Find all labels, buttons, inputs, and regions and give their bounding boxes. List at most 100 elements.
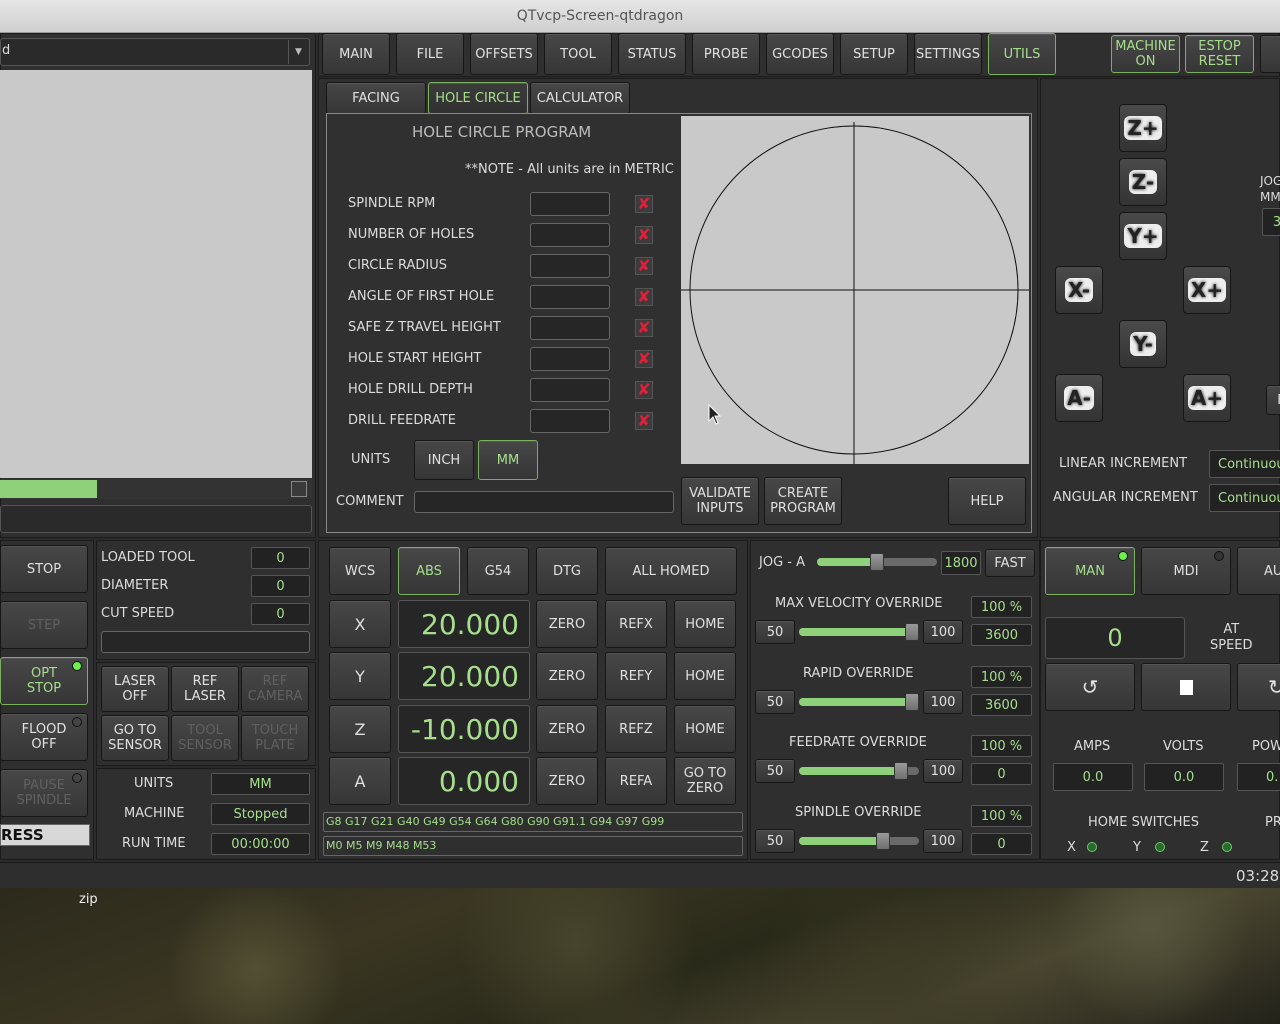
jog-y-plus-button[interactable]: Y+ bbox=[1119, 212, 1167, 260]
subtab-calculator[interactable]: CALCULATOR bbox=[530, 82, 630, 114]
mode-auto-button[interactable]: AU bbox=[1237, 547, 1280, 595]
tab-main[interactable]: MAIN bbox=[322, 33, 390, 75]
feedrate-min-button[interactable]: 50 bbox=[755, 759, 795, 783]
rapid-override-label: RAPID OVERRIDE bbox=[803, 666, 914, 681]
file-path-field[interactable] bbox=[0, 505, 312, 533]
desktop-zip-label[interactable]: zip bbox=[79, 892, 98, 907]
home-x-button[interactable]: HOME bbox=[674, 600, 736, 648]
jog-a-slider[interactable] bbox=[817, 553, 937, 571]
tab-setup[interactable]: SETUP bbox=[840, 33, 908, 75]
top-right-extra-button[interactable] bbox=[1260, 35, 1280, 73]
ref-y-button[interactable]: REFY bbox=[605, 652, 667, 700]
spindle-override-label: SPINDLE OVERRIDE bbox=[795, 805, 922, 820]
circle-radius-input[interactable] bbox=[530, 254, 610, 278]
jog-a-plus-button[interactable]: A+ bbox=[1183, 374, 1231, 422]
tab-settings[interactable]: SETTINGS bbox=[914, 33, 982, 75]
max-velocity-max-button[interactable]: 100 bbox=[923, 620, 963, 644]
spindle-rpm-input[interactable] bbox=[530, 192, 610, 216]
abs-button[interactable]: ABS bbox=[398, 547, 460, 595]
jog-x-minus-button[interactable]: X- bbox=[1055, 266, 1103, 314]
tab-gcodes[interactable]: GCODES bbox=[766, 33, 834, 75]
tab-tool[interactable]: TOOL bbox=[544, 33, 612, 75]
file-scrollbar-handle[interactable] bbox=[0, 480, 97, 498]
tool-sensor-button[interactable]: TOOL SENSOR bbox=[171, 715, 239, 761]
g54-button[interactable]: G54 bbox=[467, 547, 529, 595]
hole-start-height-input[interactable] bbox=[530, 347, 610, 371]
rapid-override-slider[interactable] bbox=[799, 693, 919, 711]
ref-camera-button[interactable]: REF CAMERA bbox=[241, 666, 309, 712]
validate-inputs-button[interactable]: VALIDATE INPUTS bbox=[681, 477, 759, 525]
stop-button[interactable]: STOP bbox=[0, 545, 88, 593]
subtab-hole-circle[interactable]: HOLE CIRCLE bbox=[428, 82, 528, 114]
go-to-zero-a-button[interactable]: GO TO ZERO bbox=[674, 757, 736, 805]
axis-a-button[interactable]: A bbox=[329, 757, 391, 805]
spindle-reverse-button[interactable]: ↺ bbox=[1045, 663, 1135, 711]
tab-offsets[interactable]: OFFSETS bbox=[470, 33, 538, 75]
spindle-rpm-invalid-icon: ✘ bbox=[635, 195, 653, 213]
subtab-facing[interactable]: FACING bbox=[326, 82, 426, 114]
max-velocity-slider[interactable] bbox=[799, 623, 919, 641]
wcs-button[interactable]: WCS bbox=[329, 547, 391, 595]
safe-z-input[interactable] bbox=[530, 316, 610, 340]
jog-side-button[interactable]: F bbox=[1266, 385, 1280, 415]
axis-z-button[interactable]: Z bbox=[329, 705, 391, 753]
ref-z-button[interactable]: REFZ bbox=[605, 705, 667, 753]
estop-reset-button[interactable]: ESTOP RESET bbox=[1185, 35, 1254, 73]
home-y-button[interactable]: HOME bbox=[674, 652, 736, 700]
jog-a-minus-button[interactable]: A- bbox=[1055, 374, 1103, 422]
dtg-button[interactable]: DTG bbox=[536, 547, 598, 595]
feedrate-override-slider[interactable] bbox=[799, 762, 919, 780]
rapid-min-button[interactable]: 50 bbox=[755, 690, 795, 714]
angular-increment-select[interactable]: Continuous bbox=[1209, 484, 1280, 512]
tab-file[interactable]: FILE bbox=[396, 33, 464, 75]
hole-drill-depth-input[interactable] bbox=[530, 378, 610, 402]
zero-y-button[interactable]: ZERO bbox=[536, 652, 598, 700]
units-mm-button[interactable]: MM bbox=[478, 440, 538, 480]
touch-plate-button[interactable]: TOUCH PLATE bbox=[241, 715, 309, 761]
tab-probe[interactable]: PROBE bbox=[692, 33, 760, 75]
zero-z-button[interactable]: ZERO bbox=[536, 705, 598, 753]
drill-feedrate-input[interactable] bbox=[530, 409, 610, 433]
jog-z-minus-button[interactable]: Z- bbox=[1119, 158, 1167, 206]
fast-button[interactable]: FAST bbox=[985, 549, 1035, 577]
home-z-button[interactable]: HOME bbox=[674, 705, 736, 753]
zero-x-button[interactable]: ZERO bbox=[536, 600, 598, 648]
spindle-max-button[interactable]: 100 bbox=[923, 829, 963, 853]
max-velocity-min-button[interactable]: 50 bbox=[755, 620, 795, 644]
angle-first-hole-input[interactable] bbox=[530, 285, 610, 309]
file-combo[interactable] bbox=[0, 38, 310, 66]
file-list[interactable] bbox=[0, 70, 312, 478]
jog-x-plus-button[interactable]: X+ bbox=[1183, 266, 1231, 314]
axis-y-button[interactable]: Y bbox=[329, 652, 391, 700]
linear-increment-select[interactable]: Continuous bbox=[1209, 450, 1280, 478]
rapid-max-button[interactable]: 100 bbox=[923, 690, 963, 714]
jog-mm-value[interactable]: 3 bbox=[1262, 208, 1280, 236]
machine-on-button[interactable]: MACHINE ON bbox=[1111, 35, 1180, 73]
jog-z-plus-button[interactable]: Z+ bbox=[1119, 104, 1167, 152]
spindle-stop-button[interactable] bbox=[1141, 663, 1231, 711]
tab-status[interactable]: STATUS bbox=[618, 33, 686, 75]
help-button[interactable]: HELP bbox=[948, 477, 1026, 525]
spindle-override-slider[interactable] bbox=[799, 832, 919, 850]
axis-x-button[interactable]: X bbox=[329, 600, 391, 648]
ref-a-button[interactable]: REFA bbox=[605, 757, 667, 805]
go-to-sensor-button[interactable]: GO TO SENSOR bbox=[101, 715, 169, 761]
create-program-button[interactable]: CREATE PROGRAM bbox=[764, 477, 842, 525]
number-of-holes-input[interactable] bbox=[530, 223, 610, 247]
laser-off-button[interactable]: LASER OFF bbox=[101, 666, 169, 712]
spindle-forward-button[interactable]: ↻ bbox=[1237, 663, 1280, 711]
feedrate-max-button[interactable]: 100 bbox=[923, 759, 963, 783]
ref-laser-button[interactable]: REF LASER bbox=[171, 666, 239, 712]
units-inch-button[interactable]: INCH bbox=[414, 440, 474, 480]
tool-comment-field[interactable] bbox=[101, 631, 310, 653]
tab-utils[interactable]: UTILS bbox=[988, 33, 1056, 75]
dro-a-value: 0.000 bbox=[398, 757, 530, 805]
spindle-min-button[interactable]: 50 bbox=[755, 829, 795, 853]
comment-input[interactable] bbox=[414, 491, 674, 513]
ref-x-button[interactable]: REFX bbox=[605, 600, 667, 648]
step-button[interactable]: STEP bbox=[0, 601, 88, 649]
jog-y-minus-button[interactable]: Y- bbox=[1119, 320, 1167, 368]
all-homed-button[interactable]: ALL HOMED bbox=[605, 547, 737, 595]
zero-a-button[interactable]: ZERO bbox=[536, 757, 598, 805]
chevron-down-icon[interactable]: ▼ bbox=[288, 40, 308, 64]
